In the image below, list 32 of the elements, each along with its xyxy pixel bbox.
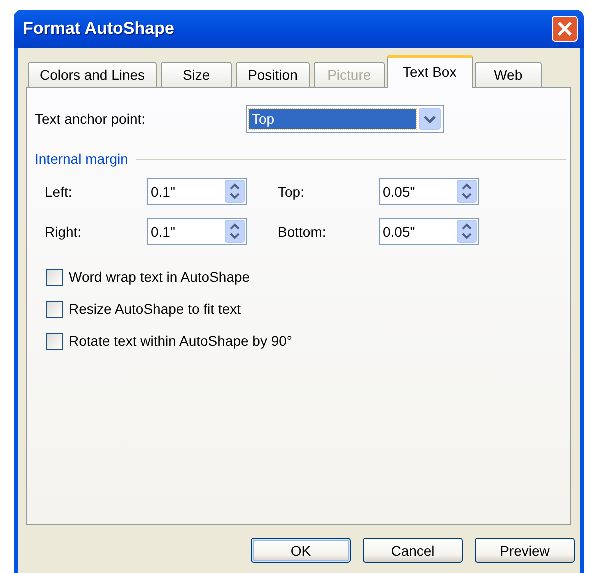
spin-field[interactable]: 0.1": [147, 178, 247, 205]
spin-field[interactable]: 0.1": [147, 218, 247, 245]
spin-arrows-icon[interactable]: [457, 220, 477, 243]
field-label: Left:: [45, 184, 74, 200]
spin-field[interactable]: 0.05": [379, 178, 479, 205]
field-label: Bottom:: [278, 224, 328, 240]
field-label: Text anchor point:: [35, 111, 147, 127]
window-title: Format AutoShape: [23, 19, 174, 39]
spin-field[interactable]: 0.05": [379, 218, 479, 245]
dialog-button[interactable]: Preview: [475, 538, 575, 563]
tab[interactable]: Size: [161, 62, 232, 87]
tab[interactable]: Web: [474, 62, 542, 87]
spin-arrows-icon[interactable]: [225, 180, 245, 203]
dialog-button[interactable]: Cancel: [363, 538, 463, 563]
dialog-button[interactable]: OK: [251, 538, 351, 563]
tab[interactable]: Colors and Lines: [28, 62, 158, 87]
checkbox[interactable]: [46, 268, 63, 286]
spin-arrows-icon[interactable]: [457, 180, 477, 203]
dropdown[interactable]: Top: [246, 105, 444, 133]
dropdown-value: Top: [249, 109, 416, 129]
close-icon[interactable]: [552, 16, 578, 42]
checkbox-label: Word wrap text in AutoShape: [69, 269, 250, 285]
group-heading: Internal margin: [35, 151, 128, 167]
checkbox[interactable]: [46, 332, 63, 350]
tab[interactable]: Position: [236, 62, 310, 87]
field-label: Top:: [278, 184, 306, 200]
checkbox[interactable]: [46, 300, 63, 318]
checkbox-label: Rotate text within AutoShape by 90°: [69, 333, 293, 349]
field-label: Right:: [45, 224, 83, 240]
checkbox-label: Resize AutoShape to fit text: [69, 301, 241, 317]
tab[interactable]: Text Box: [386, 55, 473, 88]
spin-arrows-icon[interactable]: [225, 220, 245, 243]
